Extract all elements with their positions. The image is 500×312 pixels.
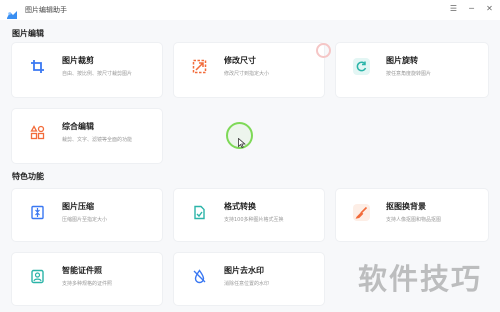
id-photo-icon <box>29 268 46 285</box>
compress-icon <box>29 204 46 221</box>
card-desc: 支持人像抠图和物品抠图 <box>386 217 442 223</box>
card-desc: 支持多种规格的证件照 <box>62 281 113 287</box>
resize-icon <box>191 58 208 75</box>
card-desc: 按任意角度旋转图片 <box>386 71 432 77</box>
section-title-editing: 图片编辑 <box>12 29 44 38</box>
window-controls: ☰ ─ ✕ <box>449 3 494 15</box>
card-format-convert[interactable]: 格式转换 支持100多种图片格式互换 <box>174 189 324 241</box>
section-title-features: 特色功能 <box>12 172 44 181</box>
droplet-icon <box>191 268 208 285</box>
card-title: 图片旋转 <box>386 56 418 65</box>
app-logo-icon <box>6 5 18 19</box>
card-desc: 支持100多种图片格式互换 <box>224 217 284 223</box>
card-title: 抠图换背景 <box>386 202 426 211</box>
app-title: 图片编辑助手 <box>25 6 67 14</box>
card-desc: 压缩图片至指定大小 <box>62 217 108 223</box>
brush-icon <box>353 204 370 221</box>
card-title: 格式转换 <box>224 202 256 211</box>
card-title: 图片压缩 <box>62 202 94 211</box>
card-crop[interactable]: 图片裁剪 自由、按比例、按尺寸裁剪图片 <box>12 43 162 97</box>
close-icon[interactable]: ✕ <box>485 3 494 15</box>
minimize-icon[interactable]: ─ <box>467 3 476 15</box>
card-combo-edit[interactable]: 综合编辑 裁剪、文字、滤镜等全面的功能 <box>12 109 162 163</box>
card-title: 修改尺寸 <box>224 56 256 65</box>
crop-icon <box>29 58 46 75</box>
rotate-icon <box>353 58 370 75</box>
card-desc: 消除任意位置的水印 <box>224 281 270 287</box>
card-title: 智能证件照 <box>62 266 102 275</box>
card-remove-watermark[interactable]: 图片去水印 消除任意位置的水印 <box>174 253 324 305</box>
card-resize[interactable]: 修改尺寸 修改尺寸到指定大小 <box>174 43 324 97</box>
card-id-photo[interactable]: 智能证件照 支持多种规格的证件照 <box>12 253 162 305</box>
watermark-text: 软件技巧 <box>358 262 483 296</box>
convert-icon <box>191 204 208 221</box>
menu-icon[interactable]: ☰ <box>449 3 458 15</box>
click-indicator <box>316 43 331 58</box>
card-title: 图片裁剪 <box>62 56 94 65</box>
card-desc: 裁剪、文字、滤镜等全面的功能 <box>62 137 133 143</box>
card-cutout[interactable]: 抠图换背景 支持人像抠图和物品抠图 <box>336 189 488 241</box>
card-desc: 自由、按比例、按尺寸裁剪图片 <box>62 71 133 77</box>
card-title: 综合编辑 <box>62 122 94 131</box>
title-bar: 图片编辑助手 ☰ ─ ✕ <box>0 0 500 20</box>
card-title: 图片去水印 <box>224 266 264 275</box>
grid-icon <box>29 124 46 141</box>
mouse-pointer-icon <box>238 133 246 149</box>
card-compress[interactable]: 图片压缩 压缩图片至指定大小 <box>12 189 162 241</box>
card-desc: 修改尺寸到指定大小 <box>224 71 270 77</box>
card-rotate[interactable]: 图片旋转 按任意角度旋转图片 <box>336 43 488 97</box>
